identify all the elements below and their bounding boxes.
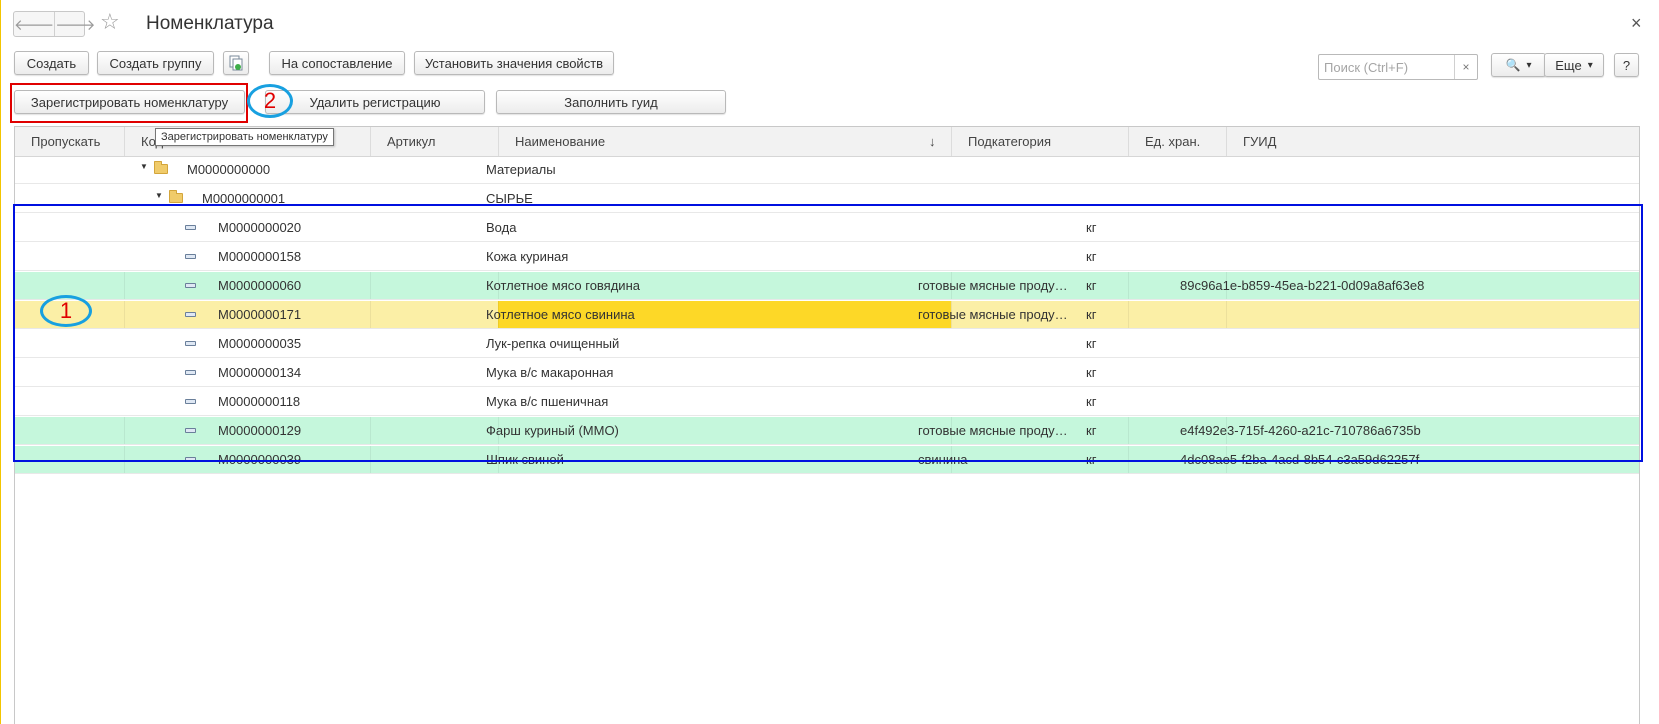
back-arrow-icon[interactable]: 🡐	[14, 12, 54, 36]
more-button[interactable]: Еще ▾	[1544, 53, 1604, 77]
create-group-button[interactable]: Создать группу	[97, 51, 214, 75]
copy-button[interactable]	[223, 51, 249, 75]
cell-name: Материалы	[486, 162, 556, 177]
chevron-down-icon: ▾	[1587, 59, 1593, 71]
more-label: Еще	[1555, 57, 1582, 73]
column-header-subcategory[interactable]: Подкатегория	[951, 127, 1128, 156]
group-row[interactable]: ▼ М0000000000 Материалы	[15, 156, 1639, 184]
column-header-article[interactable]: Артикул	[370, 127, 498, 156]
navigation-buttons: 🡐 🡒	[13, 11, 95, 37]
page-title: Номенклатура	[146, 13, 274, 34]
folder-icon	[154, 161, 168, 174]
expand-collapse-icon[interactable]: ▼	[155, 191, 163, 200]
search-input[interactable]	[1319, 55, 1457, 79]
column-header-unit[interactable]: Ед. хран.	[1128, 127, 1226, 156]
forward-arrow-icon[interactable]: 🡒	[54, 12, 95, 36]
help-button[interactable]: ?	[1614, 53, 1639, 77]
search-button[interactable]: 🔍 ▾	[1491, 53, 1546, 77]
create-button[interactable]: Создать	[14, 51, 89, 75]
chevron-down-icon: ▾	[1526, 59, 1532, 71]
favorite-star-icon[interactable]: ☆	[100, 9, 120, 35]
cell-code: М0000000000	[187, 162, 271, 177]
fill-guid-button[interactable]: Заполнить гуид	[496, 90, 726, 114]
search-box: ×	[1318, 54, 1478, 80]
clear-search-icon[interactable]: ×	[1454, 55, 1477, 79]
expand-collapse-icon[interactable]: ▼	[140, 162, 148, 171]
folder-icon	[169, 190, 183, 203]
window-left-edge	[0, 0, 1, 724]
tooltip: Зарегистрировать номенклатуру	[155, 128, 334, 146]
register-button-highlight	[10, 83, 248, 123]
annotation-marker-1: 1	[40, 295, 92, 327]
close-icon[interactable]: ×	[1631, 13, 1642, 34]
rows-highlight-frame	[13, 204, 1643, 462]
cell-unit	[1086, 156, 1176, 183]
to-matching-button[interactable]: На сопоставление	[269, 51, 405, 75]
set-properties-button[interactable]: Установить значения свойств	[414, 51, 614, 75]
cell-subcategory	[918, 156, 1070, 183]
column-header-skip[interactable]: Пропускать	[15, 127, 124, 156]
cell-guid	[1180, 156, 1620, 183]
search-icon: 🔍	[1505, 58, 1521, 72]
delete-registration-button[interactable]: Удалить регистрацию	[265, 90, 485, 114]
column-header-guid[interactable]: ГУИД	[1226, 127, 1639, 156]
column-header-name[interactable]: Наименование	[498, 127, 951, 156]
annotation-marker-2: 2	[247, 84, 293, 118]
sort-descending-icon: ↓	[929, 134, 936, 149]
copy-icon	[229, 55, 243, 71]
